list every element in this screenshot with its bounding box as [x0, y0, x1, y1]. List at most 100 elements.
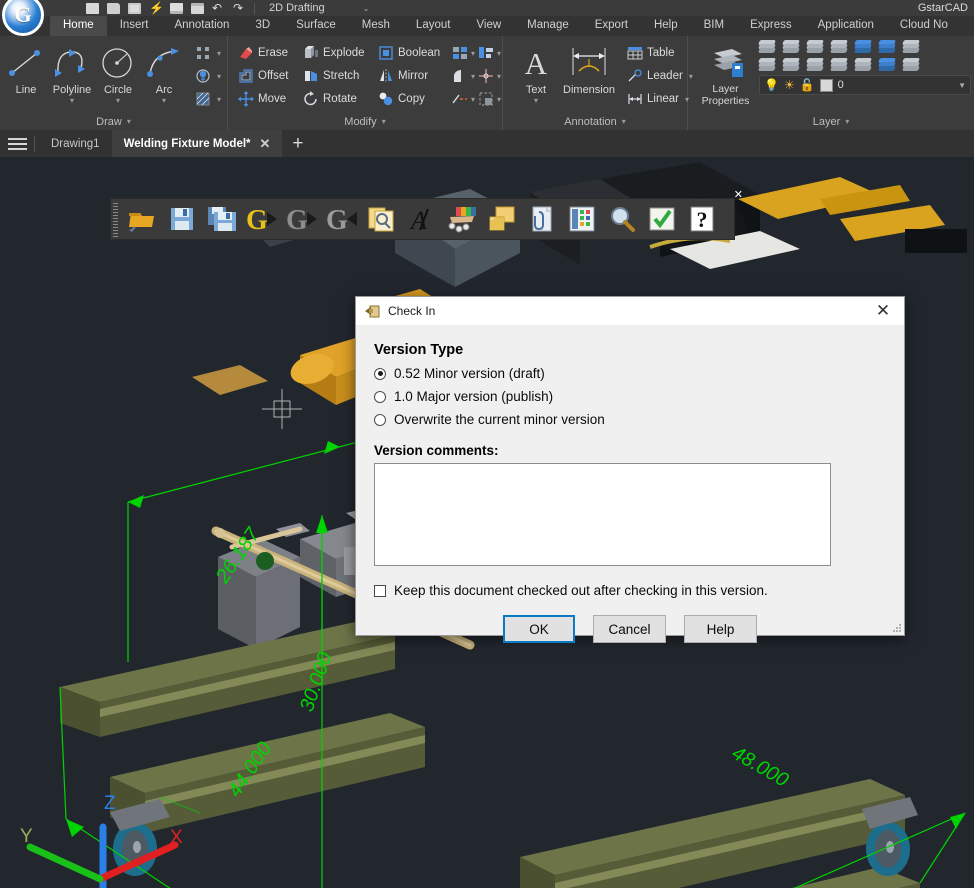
- ribbon-tab-home[interactable]: Home: [50, 16, 107, 36]
- radio-minor-version[interactable]: [374, 367, 386, 380]
- keep-checked-out-checkbox[interactable]: [374, 584, 386, 597]
- ribbon-tab-export[interactable]: Export: [582, 16, 641, 36]
- current-layer-selector[interactable]: 💡 ☀ 🔓 0 ▼: [759, 75, 971, 95]
- modify-erase-button[interactable]: Erase: [234, 42, 296, 64]
- fillet-icon[interactable]: [452, 68, 468, 84]
- array-rect-icon[interactable]: [452, 45, 468, 61]
- ribbon-tab-cloud-no[interactable]: Cloud No: [887, 16, 961, 36]
- document-tab-1[interactable]: Drawing1: [39, 130, 112, 157]
- chevron-down-icon[interactable]: ▾: [497, 49, 501, 58]
- layer-merge-icon[interactable]: [877, 40, 897, 55]
- redo-icon[interactable]: ↷: [233, 2, 246, 14]
- save-all-cloud-icon[interactable]: [203, 201, 240, 237]
- check-in-icon[interactable]: G: [283, 201, 320, 237]
- layer-color-swatch[interactable]: [819, 78, 833, 92]
- chevron-down-icon[interactable]: ▾: [217, 49, 221, 58]
- ribbon-tab-mesh[interactable]: Mesh: [349, 16, 403, 36]
- annotation-text-button[interactable]: A Text ▾: [513, 40, 559, 105]
- layer-isolate-icon[interactable]: [853, 40, 873, 55]
- check-in-dialog[interactable]: Check In ✕ Version Type 0.52 Minor versi…: [355, 296, 905, 643]
- draw-circle-button[interactable]: Circle ▾: [95, 40, 141, 105]
- workspace-selector[interactable]: 2D Drafting: [269, 2, 325, 14]
- scale-icon[interactable]: [478, 68, 494, 84]
- annotation-linear-button[interactable]: Linear ▾: [623, 88, 696, 110]
- ribbon-panel-layer-title[interactable]: Layer ▾: [688, 113, 974, 130]
- close-icon[interactable]: ✕: [868, 297, 898, 325]
- chevron-down-icon[interactable]: ▾: [497, 95, 501, 104]
- chevron-down-icon[interactable]: ▾: [534, 96, 538, 105]
- bulb-icon[interactable]: 💡: [764, 78, 779, 92]
- chevron-down-icon[interactable]: ▾: [217, 72, 221, 81]
- modify-move-button[interactable]: Move: [234, 88, 296, 110]
- ribbon-tab-surface[interactable]: Surface: [283, 16, 349, 36]
- chevron-down-icon[interactable]: ▾: [217, 95, 221, 104]
- undo-icon[interactable]: ↶: [212, 2, 225, 14]
- ribbon-tab-manage[interactable]: Manage: [514, 16, 582, 36]
- new-tab-button[interactable]: +: [282, 134, 313, 153]
- chevron-down-icon[interactable]: ▾: [622, 117, 626, 126]
- ribbon-tab-express[interactable]: Express: [737, 16, 805, 36]
- cancel-button[interactable]: Cancel: [593, 615, 666, 643]
- chevron-down-icon[interactable]: ▾: [382, 117, 386, 126]
- print-icon[interactable]: [170, 2, 183, 14]
- undo-checkout-icon[interactable]: G: [323, 201, 360, 237]
- annotation-table-button[interactable]: Table: [623, 42, 696, 64]
- close-icon[interactable]: ✕: [260, 137, 271, 150]
- saveas-icon[interactable]: ⚡: [149, 2, 164, 14]
- layer-current-icon[interactable]: [853, 58, 873, 73]
- ribbon-tab-help[interactable]: Help: [641, 16, 691, 36]
- draw-hatch-button[interactable]: ▾: [191, 88, 224, 110]
- help-button[interactable]: Help: [684, 615, 757, 643]
- layer-off-icon[interactable]: [757, 40, 777, 55]
- toolbar-drag-handle[interactable]: [113, 203, 118, 237]
- chevron-down-icon[interactable]: ▾: [471, 72, 475, 81]
- chevron-down-icon[interactable]: ▾: [116, 96, 120, 105]
- trim-icon[interactable]: [452, 91, 468, 107]
- layer-walk-icon[interactable]: [877, 58, 897, 73]
- ok-button[interactable]: OK: [503, 615, 575, 643]
- attach-icon[interactable]: [523, 201, 560, 237]
- layer-previous-icon[interactable]: [829, 40, 849, 55]
- ribbon-tab-bim[interactable]: BIM: [691, 16, 737, 36]
- modify-rotate-button[interactable]: Rotate: [299, 88, 371, 110]
- approve-icon[interactable]: [643, 201, 680, 237]
- zoom-icon[interactable]: [603, 201, 640, 237]
- layer-unlock-icon[interactable]: [805, 40, 825, 55]
- layer-change-icon[interactable]: [829, 58, 849, 73]
- save-icon[interactable]: [128, 2, 141, 14]
- unlock-icon[interactable]: 🔓: [800, 78, 815, 92]
- sun-icon[interactable]: ☀: [784, 78, 795, 92]
- draw-line-button[interactable]: Line: [3, 40, 49, 96]
- draw-polyline-button[interactable]: Polyline ▾: [49, 40, 95, 105]
- modify-explode-button[interactable]: Explode: [299, 42, 371, 64]
- modify-mirror-button[interactable]: Mirror: [374, 65, 450, 87]
- chevron-down-icon[interactable]: ▾: [497, 72, 501, 81]
- layer-restore-icon[interactable]: [901, 58, 921, 73]
- app-logo[interactable]: G: [2, 0, 44, 36]
- radio-major-version[interactable]: [374, 390, 386, 403]
- chevron-down-icon[interactable]: ⌄: [363, 4, 370, 13]
- open-folder-icon[interactable]: [123, 201, 160, 237]
- save-cloud-icon[interactable]: [163, 201, 200, 237]
- radio-overwrite-version[interactable]: [374, 413, 386, 426]
- markup-icon[interactable]: [443, 201, 480, 237]
- ribbon-panel-modify-title[interactable]: Modify ▾: [228, 113, 502, 130]
- modify-offset-button[interactable]: Offset: [234, 65, 296, 87]
- cloud-collaboration-toolbar[interactable]: ✕ G G G A ?: [110, 190, 743, 240]
- properties-icon[interactable]: [563, 201, 600, 237]
- chevron-down-icon[interactable]: ▾: [845, 117, 849, 126]
- hamburger-icon[interactable]: [0, 137, 34, 150]
- draw-point-button[interactable]: ▾: [191, 65, 224, 87]
- layer-properties-button[interactable]: Layer Properties: [696, 40, 755, 107]
- new-icon[interactable]: [86, 2, 99, 14]
- version-history-icon[interactable]: [363, 201, 400, 237]
- layer-delete-icon[interactable]: [781, 40, 801, 55]
- dialog-resize-grip[interactable]: [893, 624, 902, 633]
- version-option-overwrite[interactable]: Overwrite the current minor version: [374, 408, 886, 431]
- chevron-down-icon[interactable]: ▾: [70, 96, 74, 105]
- align-icon[interactable]: [478, 45, 494, 61]
- ribbon-panel-annotation-title[interactable]: Annotation ▾: [503, 113, 687, 130]
- ribbon-panel-draw-title[interactable]: Draw ▾: [0, 113, 227, 130]
- layer-on-icon[interactable]: [757, 58, 777, 73]
- version-option-minor[interactable]: 0.52 Minor version (draft): [374, 362, 886, 385]
